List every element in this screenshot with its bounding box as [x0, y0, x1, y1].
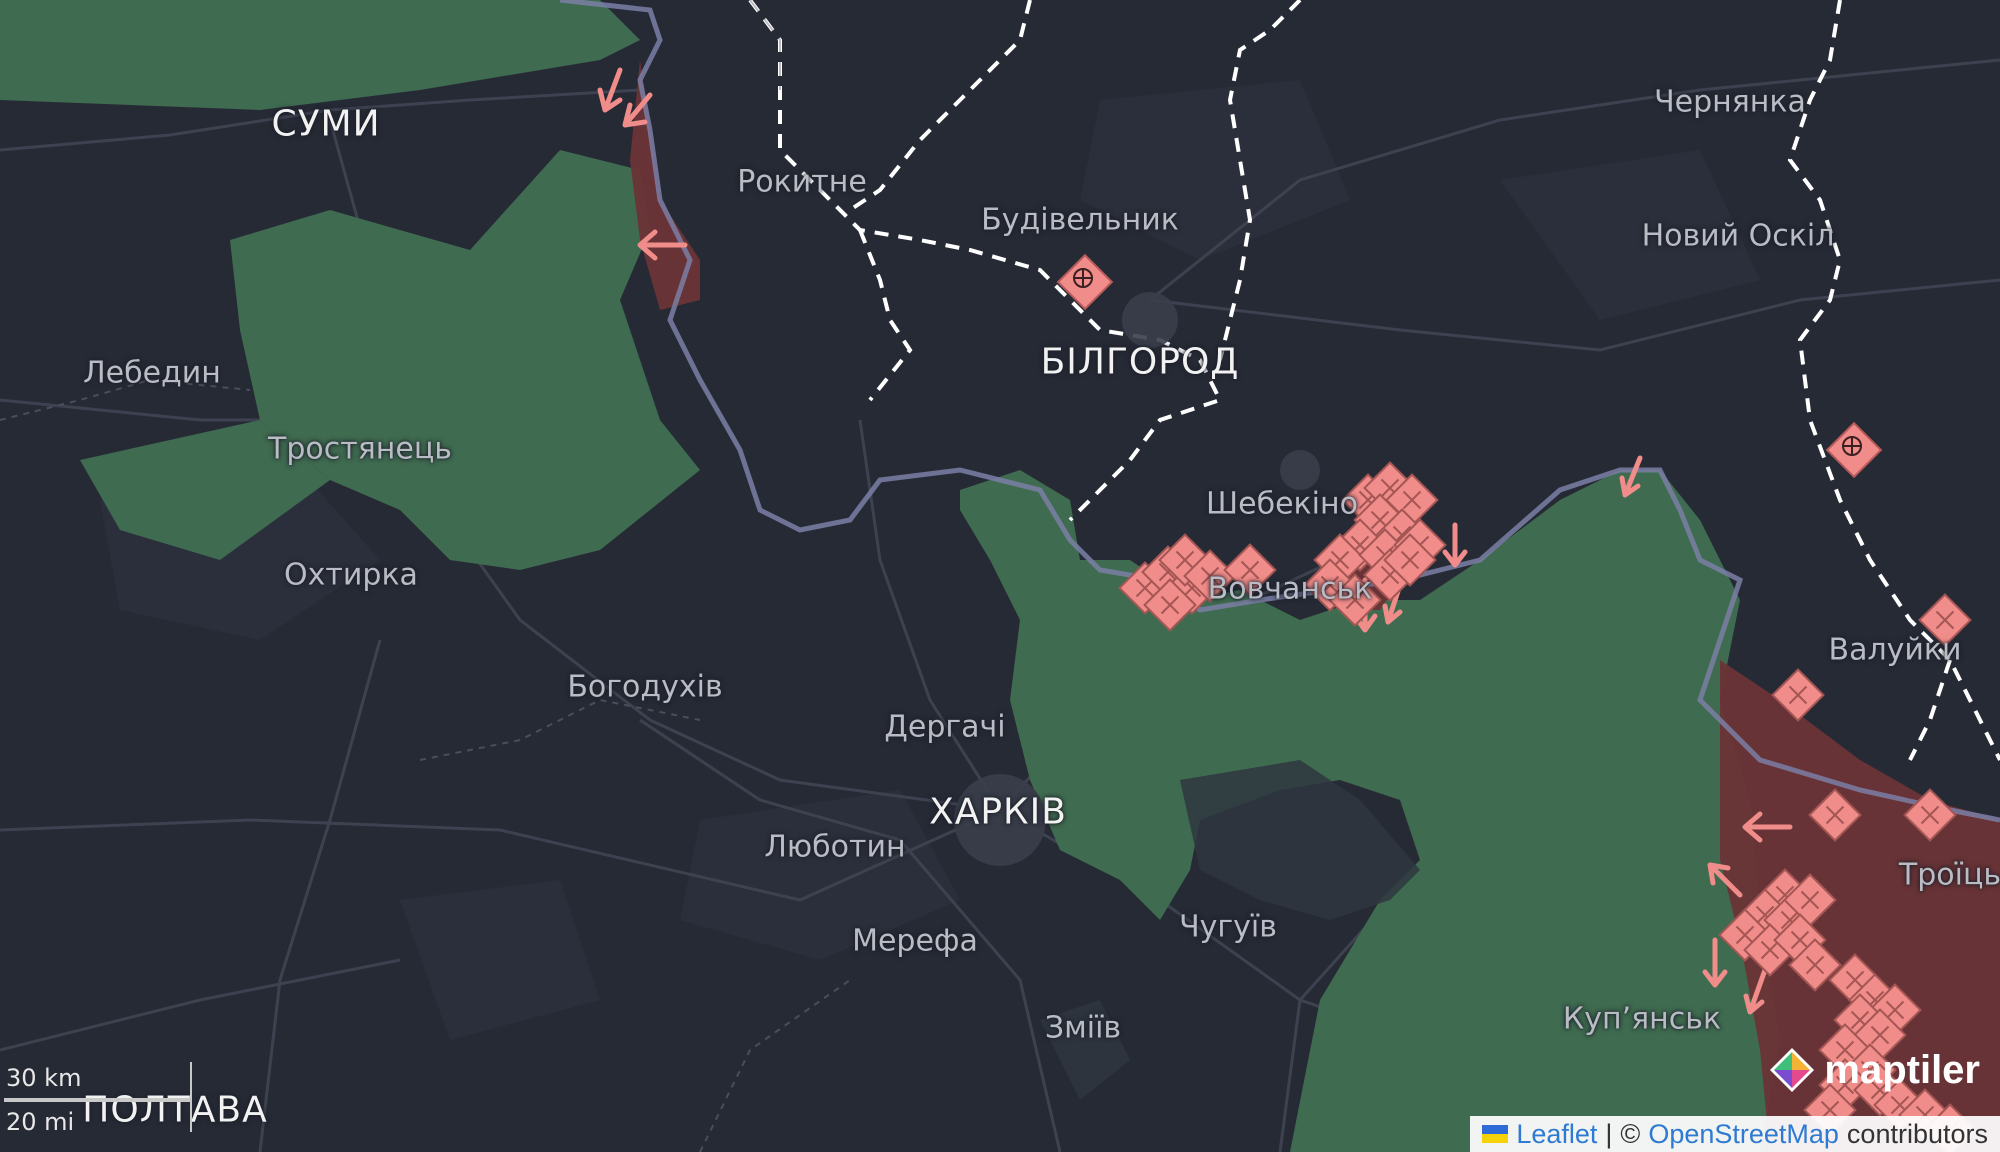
maptiler-logo[interactable]: maptiler: [1766, 1044, 1980, 1096]
town-label: Охтирка: [284, 557, 418, 593]
scale-bar-mi: [4, 1100, 192, 1132]
town-label: Люботин: [764, 829, 906, 865]
town-label: Шебекіно: [1206, 486, 1358, 522]
city-label-kharkiv: ХАРКІВ: [929, 791, 1067, 833]
openstreetmap-link[interactable]: OpenStreetMap: [1648, 1119, 1839, 1150]
town-label: Чернянка: [1654, 84, 1806, 120]
town-label: Лебедин: [83, 355, 221, 391]
copyright-symbol: ©: [1620, 1118, 1641, 1149]
town-label: Богодухів: [567, 669, 723, 705]
attribution-separator: |: [1605, 1118, 1613, 1149]
maptiler-logo-text: maptiler: [1824, 1047, 1980, 1092]
ukraine-flag-icon: [1482, 1125, 1509, 1143]
city-label-sumy: СУМИ: [271, 103, 381, 145]
city-label-belgorod: БІЛГОРОД: [1040, 341, 1240, 383]
town-label: Новий Оскіл: [1641, 218, 1835, 254]
town-label: Вовчанськ: [1207, 571, 1373, 607]
scale-bar-km: [4, 1062, 192, 1100]
town-label: Чугуїв: [1179, 909, 1277, 945]
maptiler-logo-icon: [1770, 1048, 1815, 1092]
town-label: Будівельник: [981, 202, 1179, 238]
attribution-bar: Leaflet | © OpenStreetMap contributors: [1470, 1116, 2000, 1152]
town-label: Рокитне: [737, 164, 867, 200]
town-label: Мерефа: [852, 923, 978, 959]
town-label: Змiїв: [1044, 1010, 1122, 1046]
leaflet-link[interactable]: Leaflet: [1516, 1119, 1597, 1150]
town-label: Куп’янськ: [1562, 1001, 1722, 1037]
town-label: Валуйки: [1828, 632, 1962, 668]
town-label: Дергачі: [884, 709, 1006, 745]
town-label: Троїць: [1898, 857, 2000, 893]
contributors-text: contributors: [1846, 1118, 1988, 1149]
map-viewport[interactable]: СУМИ БІЛГОРОД ХАРКІВ ПОЛТАВА Рокитне Буд…: [0, 0, 2000, 1152]
town-label: Тростянець: [268, 431, 452, 467]
